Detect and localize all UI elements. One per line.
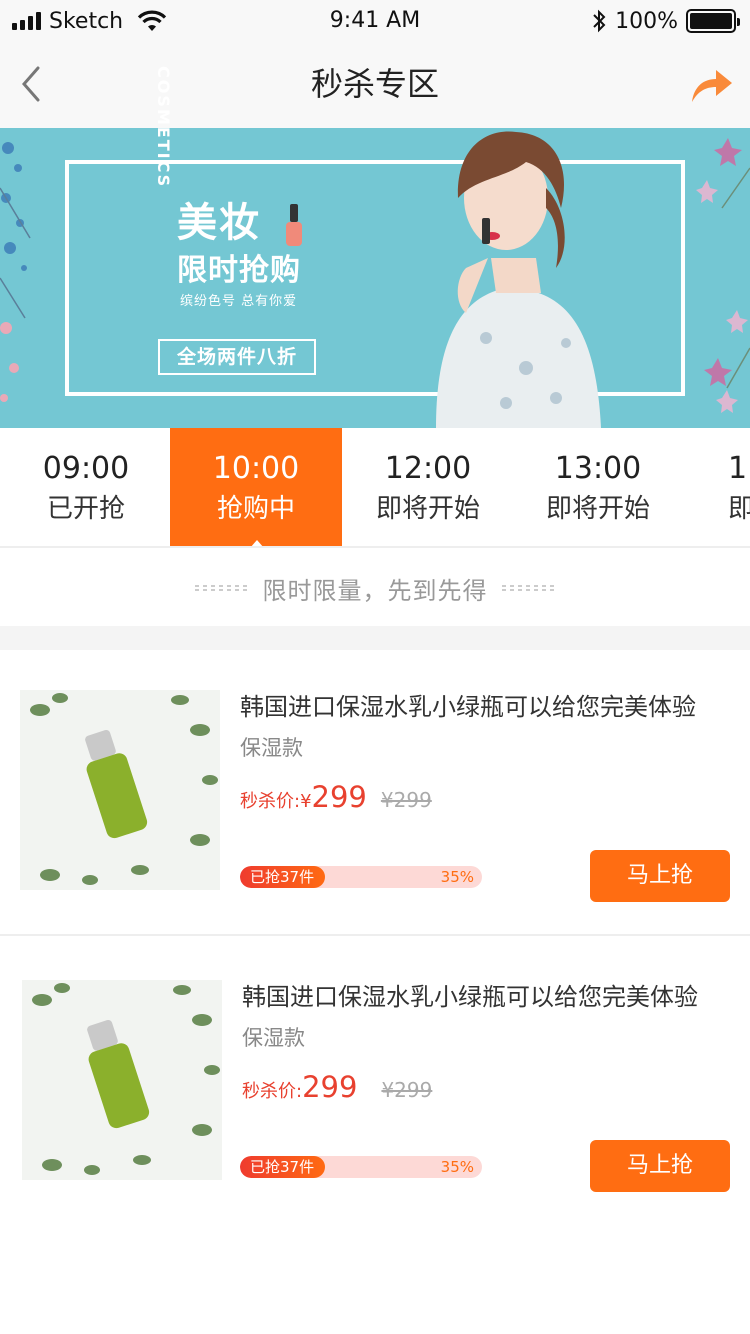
sold-count: 已抢37件 [250, 1158, 315, 1176]
flower-decoration-icon [0, 142, 31, 402]
time-slot-time: 12:00 [384, 451, 472, 486]
product-card[interactable]: 韩国进口保湿水乳小绿瓶可以给您完美体验 保湿款 秒杀价: 299 ¥299 已抢… [0, 940, 750, 1226]
progress-percent: 35% [440, 868, 474, 886]
flower-decoration-icon [696, 138, 750, 413]
original-price: ¥299 [380, 788, 432, 812]
progress-percent: 35% [440, 1158, 474, 1176]
banner-discount-tag: 全场两件八折 [158, 339, 316, 375]
model-image [436, 131, 601, 428]
sold-progress-bar: 已抢37件 35% [240, 866, 482, 888]
slogan-text: 限时限量，先到先得 [262, 576, 488, 605]
banner-title: 美妆 [177, 200, 261, 246]
banner-title-2: 限时抢购 [177, 253, 301, 288]
time-slot-time: 13:00 [554, 451, 642, 486]
time-slot-status: 即将开始 [728, 494, 750, 524]
sold-progress-bar: 已抢37件 35% [240, 1156, 482, 1178]
product-spec: 保湿款 [240, 736, 303, 760]
banner-subtitle: 缤纷色号 总有你爱 [180, 294, 298, 309]
price-row: 秒杀价:¥ 299 ¥299 [240, 780, 432, 816]
status-bar: Sketch 9:41 AM 100% [0, 0, 750, 40]
time-slot-status: 即将开始 [375, 494, 480, 524]
time-slot-status: 即将开始 [545, 494, 650, 524]
time-slot-tabs: 09:00 已开抢 10:00 抢购中 12:00 即将开始 13:00 即将开… [0, 428, 750, 548]
buy-now-button[interactable]: 马上抢 [590, 1140, 730, 1192]
slogan-row: 限时限量，先到先得 [0, 550, 750, 626]
dashed-line-icon [501, 585, 556, 591]
sale-price: 299 [302, 1070, 358, 1104]
price-label: 秒杀价:¥ [240, 791, 312, 812]
nail-polish-icon [286, 204, 302, 246]
time-slot-time: 10:00 [212, 451, 300, 486]
product-card[interactable]: 韩国进口保湿水乳小绿瓶可以给您完美体验 保湿款 秒杀价:¥ 299 ¥299 已… [0, 650, 750, 936]
time-slot-1200[interactable]: 12:00 即将开始 [342, 428, 514, 548]
time-slot-1000[interactable]: 10:00 抢购中 [170, 428, 342, 548]
buy-now-button[interactable]: 马上抢 [590, 850, 730, 902]
page-title: 秒杀专区 [310, 65, 439, 103]
product-name: 韩国进口保湿水乳小绿瓶可以给您完美体验 [242, 983, 698, 1011]
product-spec: 保湿款 [242, 1026, 305, 1050]
time-slot-time: 1 [728, 451, 748, 486]
time-slot-time: 09:00 [42, 451, 130, 486]
price-row: 秒杀价: 299 ¥299 [242, 1070, 432, 1106]
banner-vertical-text: COSMETICS [154, 66, 173, 188]
time-slot-status: 已开抢 [46, 494, 125, 524]
time-slot-0900[interactable]: 09:00 已开抢 [0, 428, 172, 548]
divider [0, 934, 750, 936]
dashed-line-icon [194, 585, 249, 591]
time-slot-next[interactable]: 1 即将开始 [682, 428, 750, 548]
time-slot-status: 抢购中 [216, 494, 295, 524]
price-label: 秒杀价: [242, 1081, 303, 1102]
promo-banner[interactable] [0, 128, 750, 428]
product-image [22, 980, 222, 1180]
original-price: ¥299 [381, 1078, 433, 1102]
section-separator [0, 626, 750, 650]
battery-percent: 100% [615, 8, 678, 34]
share-arrow-icon[interactable] [688, 64, 734, 104]
product-name: 韩国进口保湿水乳小绿瓶可以给您完美体验 [240, 693, 696, 721]
divider [0, 546, 750, 548]
battery-icon [686, 9, 740, 33]
navigation-bar: 秒杀专区 [0, 40, 750, 128]
product-image [20, 690, 220, 890]
bluetooth-icon [593, 9, 606, 33]
sold-count: 已抢37件 [250, 868, 315, 886]
svg-text:COSMETICS: COSMETICS [154, 66, 173, 188]
sale-price: 299 [311, 780, 367, 814]
time-slot-1300[interactable]: 13:00 即将开始 [512, 428, 684, 548]
